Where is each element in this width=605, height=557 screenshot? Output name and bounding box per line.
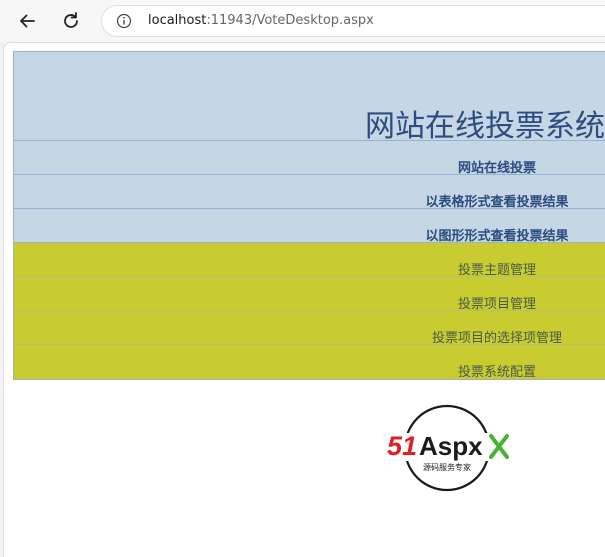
- url-path: :11943/VoteDesktop.aspx: [206, 13, 374, 28]
- menu-row: 以图形形式查看投票结果: [14, 209, 605, 244]
- reload-button[interactable]: [59, 9, 83, 33]
- page-content: 网站在线投票系统 网站在线投票 以表格形式查看投票结果 以图形形式查看投票结果 …: [3, 42, 605, 557]
- 51aspx-logo: 51 Aspx 源码服务专家: [387, 404, 513, 492]
- vote-menu-table: 网站在线投票系统 网站在线投票 以表格形式查看投票结果 以图形形式查看投票结果 …: [13, 51, 605, 380]
- menu-row: 投票系统配置: [14, 345, 605, 380]
- menu-row: 网站在线投票: [14, 141, 605, 176]
- address-bar[interactable]: localhost:11943/VoteDesktop.aspx: [101, 5, 605, 37]
- menu-row: 以表格形式查看投票结果: [14, 175, 605, 210]
- menu-row: 投票项目的选择项管理: [14, 311, 605, 346]
- menu-link-item-admin[interactable]: 投票项目管理: [458, 293, 536, 312]
- menu-link-online-vote[interactable]: 网站在线投票: [458, 157, 536, 176]
- menu-row: 投票项目管理: [14, 277, 605, 312]
- logo-brand: Aspx: [419, 431, 483, 461]
- logo-tagline: 源码服务专家: [423, 462, 471, 472]
- menu-link-config[interactable]: 投票系统配置: [458, 361, 536, 380]
- menu-link-table-results[interactable]: 以表格形式查看投票结果: [425, 191, 568, 210]
- arrow-left-icon: [20, 14, 35, 28]
- url-text: localhost:11943/VoteDesktop.aspx: [148, 13, 374, 28]
- menu-link-topic-admin[interactable]: 投票主题管理: [458, 259, 536, 278]
- url-host: localhost: [148, 13, 207, 28]
- back-button[interactable]: [15, 9, 39, 33]
- browser-toolbar: localhost:11943/VoteDesktop.aspx: [0, 0, 605, 42]
- logo-number: 51: [387, 431, 417, 461]
- page-title: 网站在线投票系统: [365, 109, 605, 144]
- page-header: 网站在线投票系统: [14, 52, 605, 144]
- menu-link-option-admin[interactable]: 投票项目的选择项管理: [432, 327, 562, 346]
- menu-link-chart-results[interactable]: 以图形形式查看投票结果: [425, 225, 568, 244]
- reload-icon: [64, 12, 78, 28]
- info-icon[interactable]: [116, 13, 132, 29]
- menu-row: 投票主题管理: [14, 243, 605, 278]
